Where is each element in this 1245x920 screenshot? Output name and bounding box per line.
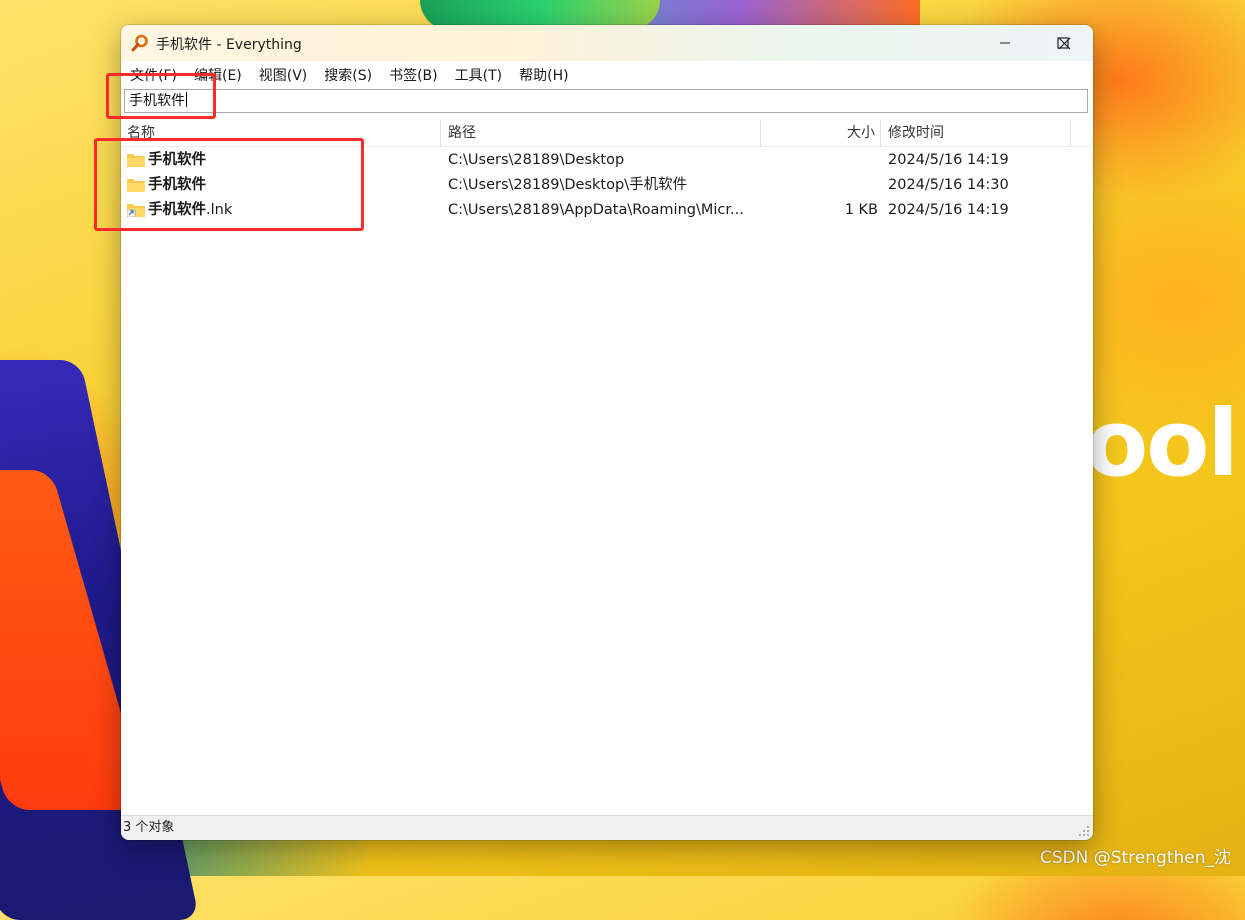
row-size <box>761 148 878 173</box>
column-header-path[interactable]: 路径 <box>448 120 758 146</box>
menu-bar: 文件(F) 编辑(E) 视图(V) 搜索(S) 书签(B) 工具(T) 帮助(H… <box>121 61 1093 89</box>
row-modified: 2024/5/16 14:19 <box>888 202 1009 218</box>
wallpaper-text: ool <box>1085 390 1239 497</box>
column-divider[interactable] <box>1070 120 1071 146</box>
watermark: CSDN @Strengthen_沈 <box>1039 848 1231 868</box>
title-bar[interactable]: 手机软件 - Everything <box>121 25 1093 61</box>
menu-search[interactable]: 搜索(S) <box>316 65 380 85</box>
status-bar: 3 个对象 <box>121 815 1093 840</box>
window-title: 手机软件 - Everything <box>156 37 302 53</box>
row-modified: 2024/5/16 14:19 <box>888 152 1009 168</box>
menu-bookmarks[interactable]: 书签(B) <box>381 65 446 85</box>
menu-help[interactable]: 帮助(H) <box>511 65 576 85</box>
minimize-button[interactable] <box>976 25 1034 61</box>
annotation-box-search <box>106 73 216 119</box>
menu-tools[interactable]: 工具(T) <box>447 65 510 85</box>
column-divider[interactable] <box>880 120 881 146</box>
menu-view[interactable]: 视图(V) <box>251 65 316 85</box>
row-path: C:\Users\28189\Desktop <box>448 152 625 168</box>
status-text: 3 个对象 <box>123 820 175 835</box>
minimize-icon <box>1000 42 1010 44</box>
row-path: C:\Users\28189\Desktop\手机软件 <box>448 177 688 193</box>
column-header-size[interactable]: 大小 <box>761 120 875 146</box>
close-icon <box>1058 37 1070 49</box>
row-size: 1 KB <box>844 202 878 218</box>
search-input[interactable]: 手机软件 <box>124 89 1088 113</box>
magnifier-app-icon <box>131 34 148 52</box>
column-header-modified[interactable]: 修改时间 <box>888 120 1068 146</box>
close-button[interactable] <box>1035 25 1093 61</box>
resize-grip-icon[interactable] <box>1078 825 1090 837</box>
row-modified: 2024/5/16 14:30 <box>888 177 1009 193</box>
annotation-box-results <box>94 138 364 231</box>
row-size <box>761 173 878 198</box>
column-divider[interactable] <box>440 120 441 146</box>
row-path: C:\Users\28189\AppData\Roaming\Micr... <box>448 202 744 218</box>
